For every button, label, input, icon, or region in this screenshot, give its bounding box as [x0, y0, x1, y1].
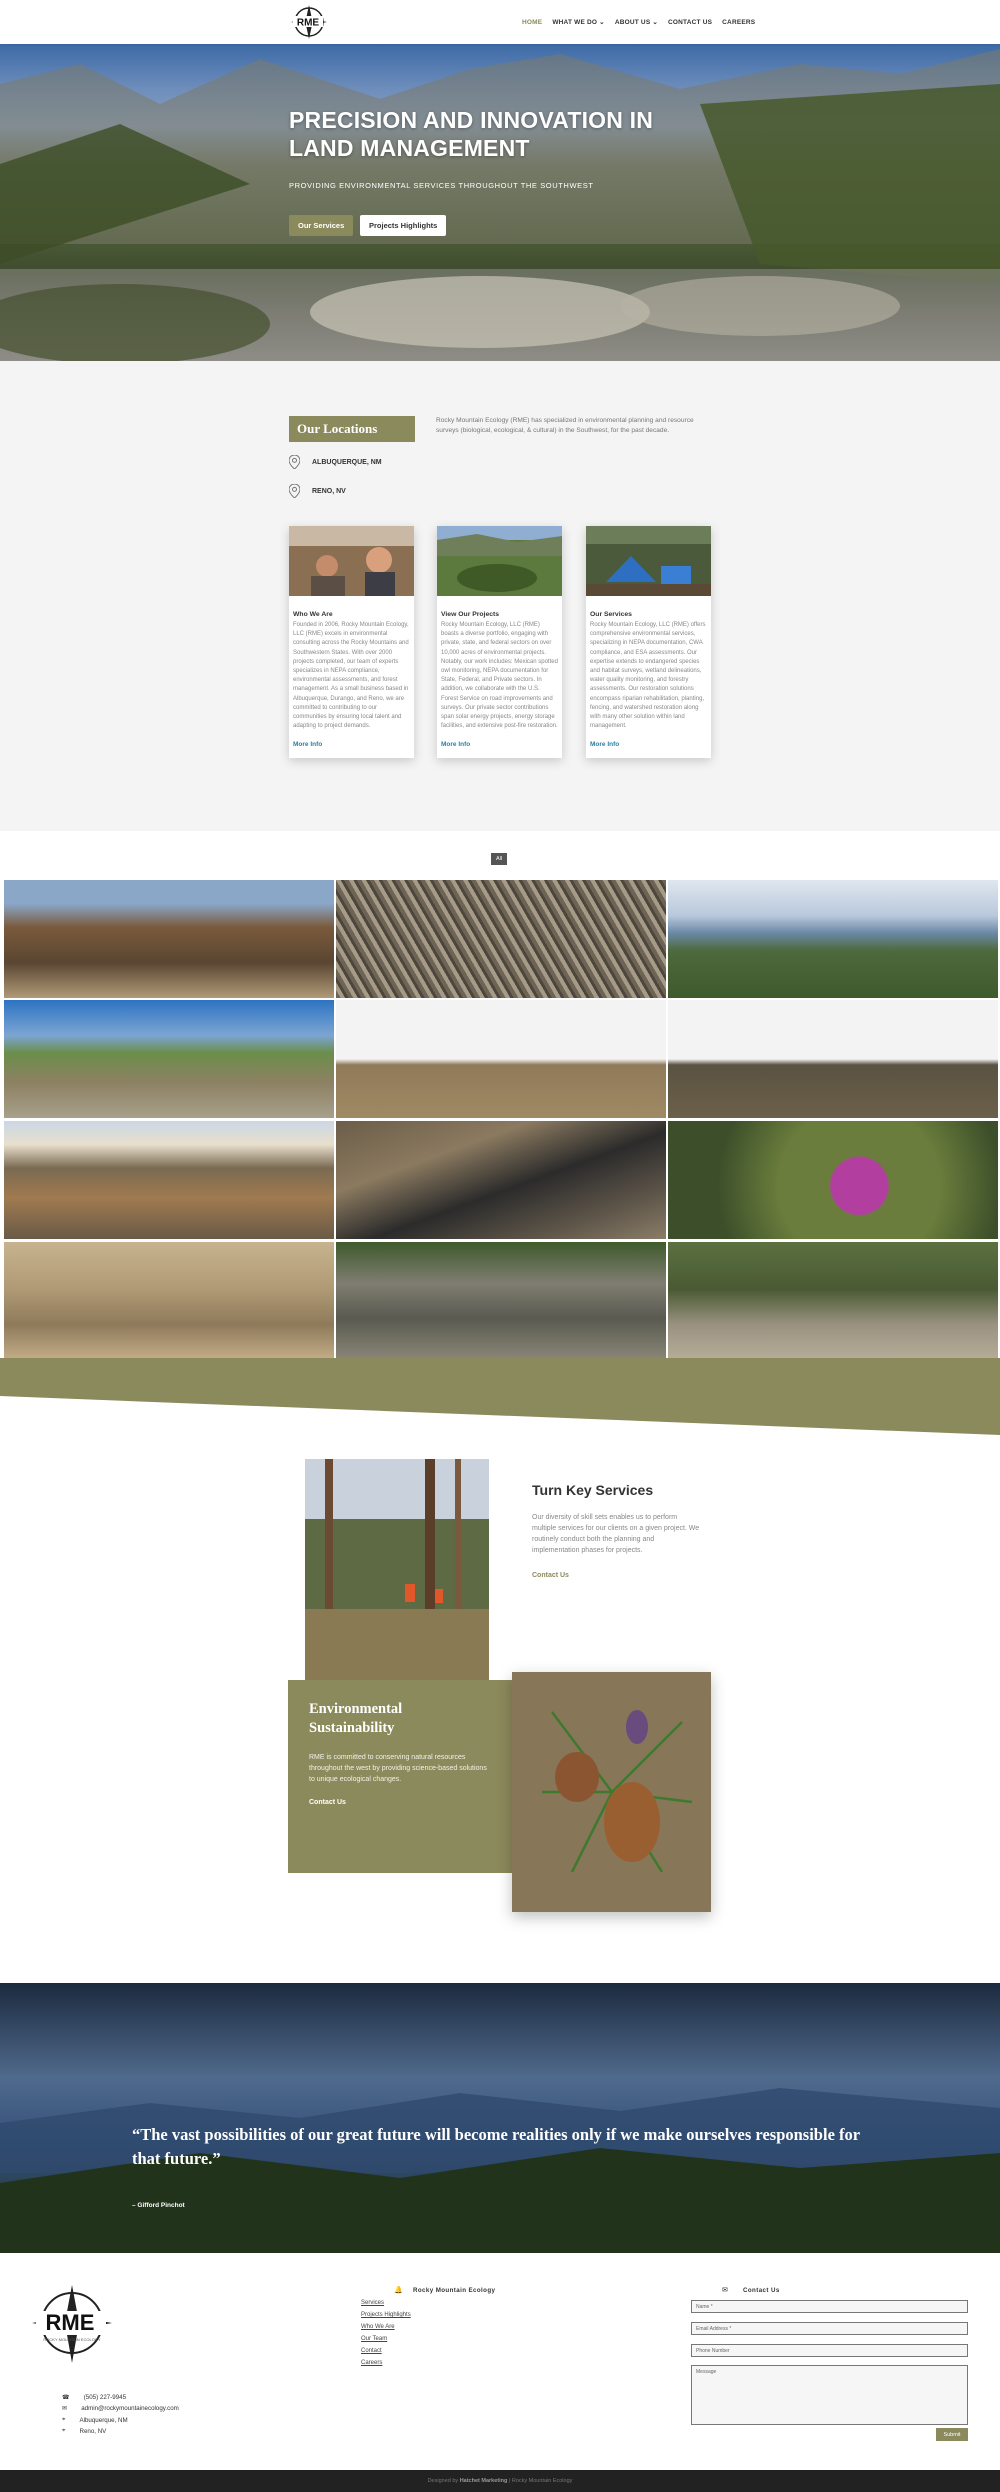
hero-title: PRECISION AND INNOVATION IN LAND MANAGEM…	[289, 107, 654, 161]
turnkey-title: Turn Key Services	[532, 1482, 654, 1498]
gallery-image[interactable]	[4, 1121, 334, 1239]
footer-contact-title: Contact Us	[743, 2287, 780, 2294]
nav-careers[interactable]: CAREERS	[722, 18, 755, 26]
chevron-down-icon: ⌄	[599, 19, 605, 26]
footer-link-who-we-are[interactable]: Who We Are	[361, 2324, 395, 2330]
card-image	[289, 526, 414, 596]
nav-what-we-do[interactable]: WHAT WE DO ⌄	[552, 18, 605, 27]
gallery-image[interactable]	[336, 1000, 666, 1118]
nav-contact-us[interactable]: CONTACT US	[668, 18, 712, 26]
credit-agency-link[interactable]: Hatchet Marketing	[460, 2478, 508, 2484]
nav-about-us[interactable]: ABOUT US ⌄	[615, 18, 659, 27]
locations-section: Our Locations Rocky Mountain Ecology (RM…	[0, 361, 1000, 831]
sustainability-box: Environmental Sustainability RME is comm…	[288, 1680, 512, 1873]
view-our-projects-card: View Our Projects Rocky Mountain Ecology…	[437, 526, 562, 759]
sustainability-title: Environmental Sustainability	[309, 1701, 403, 1736]
location-item: RENO, NV	[289, 484, 346, 498]
map-pin-icon	[289, 484, 300, 498]
footer-phone: ☎ (505) 227-9945	[62, 2394, 127, 2401]
sustainability-contact-link[interactable]: Contact Us	[309, 1799, 491, 1806]
hero-section: PRECISION AND INNOVATION IN LAND MANAGEM…	[0, 44, 1000, 361]
hero-background-image	[0, 49, 1000, 361]
quote-background-image	[0, 1983, 1000, 2253]
gallery-image[interactable]	[336, 1121, 666, 1239]
turnkey-contact-link[interactable]: Contact Us	[532, 1572, 569, 1579]
gallery-image[interactable]	[4, 1242, 334, 1360]
locations-heading: Our Locations	[289, 416, 415, 442]
footer-link-projects[interactable]: Projects Highlights	[361, 2312, 411, 2318]
credit-prefix: Designed by	[427, 2478, 459, 2484]
gallery-image[interactable]	[4, 880, 334, 998]
footer-bottom-bar: Designed by Hatchet Marketing | Rocky Mo…	[0, 2470, 1000, 2492]
submit-button[interactable]: Submit	[936, 2428, 968, 2441]
envelope-icon: ✉	[722, 2287, 728, 2294]
hero-subtitle: PROVIDING ENVIRONMENTAL SERVICES THROUGH…	[289, 181, 594, 190]
who-we-are-card: Who We Are Founded in 2006, Rocky Mounta…	[289, 526, 414, 759]
more-info-link[interactable]: More Info	[441, 741, 558, 748]
footer-email[interactable]: ✉ admin@rockymountainecology.com	[62, 2405, 179, 2412]
message-field[interactable]: Message	[691, 2365, 968, 2425]
turnkey-body: Our diversity of skill sets enables us t…	[532, 1514, 700, 1554]
card-body: Rocky Mountain Ecology, LLC (RME) boasts…	[441, 622, 558, 730]
our-services-card: Our Services Rocky Mountain Ecology, LLC…	[586, 526, 711, 759]
gallery-image[interactable]	[336, 1242, 666, 1360]
map-pin-icon: ⌖	[62, 2416, 66, 2423]
gallery-image[interactable]	[336, 880, 666, 998]
site-header: RME HOME WHAT WE DO ⌄ ABOUT US ⌄ CONTACT U…	[0, 0, 1000, 44]
quote-author: – Gifford Pinchot	[132, 2202, 185, 2209]
gallery-image[interactable]	[668, 1000, 998, 1118]
projects-highlights-button[interactable]: Projects Highlights	[360, 215, 447, 236]
footer-link-our-team[interactable]: Our Team	[361, 2336, 387, 2342]
svg-text:RME: RME	[297, 18, 320, 29]
footer-link-services[interactable]: Services	[361, 2300, 384, 2306]
turnkey-image	[305, 1459, 489, 1681]
map-pin-icon	[289, 455, 300, 469]
more-info-link[interactable]: More Info	[590, 741, 707, 748]
main-nav: HOME WHAT WE DO ⌄ ABOUT US ⌄ CONTACT US CA…	[522, 18, 755, 27]
svg-text:RME: RME	[46, 2310, 95, 2335]
section-divider	[0, 1358, 1000, 1435]
bell-icon: 🔔	[394, 2287, 403, 2294]
card-title: Our Services	[590, 611, 632, 618]
quote-text: “The vast possibilities of our great fut…	[132, 2125, 860, 2168]
nav-home[interactable]: HOME	[522, 18, 542, 26]
site-footer: RME ROCKY MOUNTAIN ECOLOGY ☎ (505) 227-99…	[0, 2253, 1000, 2470]
card-body: Founded in 2006, Rocky Mountain Ecology,…	[293, 622, 409, 730]
card-title: Who We Are	[293, 611, 333, 618]
sustainability-body: RME is committed to conserving natural r…	[309, 1754, 487, 1783]
site-logo[interactable]: RME	[289, 3, 329, 41]
location-label: RENO, NV	[312, 487, 346, 495]
more-info-link[interactable]: More Info	[293, 741, 410, 748]
map-pin-icon: ⌖	[62, 2427, 66, 2434]
gallery-filter-all[interactable]: All	[491, 853, 507, 865]
name-field[interactable]: Name *	[691, 2300, 968, 2313]
svg-text:ROCKY MOUNTAIN ECOLOGY: ROCKY MOUNTAIN ECOLOGY	[43, 2337, 101, 2342]
quote-section: “The vast possibilities of our great fut…	[0, 1983, 1000, 2253]
location-label: ALBUQUERQUE, NM	[312, 458, 382, 466]
footer-location: ⌖ Albuquerque, NM	[62, 2416, 128, 2424]
phone-icon: ☎	[62, 2394, 70, 2401]
location-item: ALBUQUERQUE, NM	[289, 455, 382, 469]
our-services-button[interactable]: Our Services	[289, 215, 354, 236]
email-field[interactable]: Email Address *	[691, 2322, 968, 2335]
footer-link-contact[interactable]: Contact	[361, 2348, 382, 2354]
card-body: Rocky Mountain Ecology, LLC (RME) offers…	[590, 622, 706, 730]
locations-intro: Rocky Mountain Ecology (RME) has special…	[436, 417, 694, 434]
card-title: View Our Projects	[441, 611, 500, 618]
footer-link-careers[interactable]: Careers	[361, 2360, 382, 2366]
phone-field[interactable]: Phone Number	[691, 2344, 968, 2357]
gallery-image[interactable]	[668, 1242, 998, 1360]
card-image	[437, 526, 562, 596]
gallery-image[interactable]	[4, 1000, 334, 1118]
pinecone-image	[512, 1672, 711, 1912]
credit-suffix: | Rocky Mountain Ecology	[508, 2478, 573, 2484]
card-image	[586, 526, 711, 596]
footer-logo[interactable]: RME ROCKY MOUNTAIN ECOLOGY	[30, 2281, 115, 2366]
gallery-image[interactable]	[668, 1121, 998, 1239]
footer-middle-title: Rocky Mountain Ecology	[413, 2287, 496, 2294]
footer-location: ⌖ Reno, NV	[62, 2427, 107, 2435]
chevron-down-icon: ⌄	[652, 19, 659, 26]
envelope-icon: ✉	[62, 2405, 68, 2412]
gallery-image[interactable]	[668, 880, 998, 998]
